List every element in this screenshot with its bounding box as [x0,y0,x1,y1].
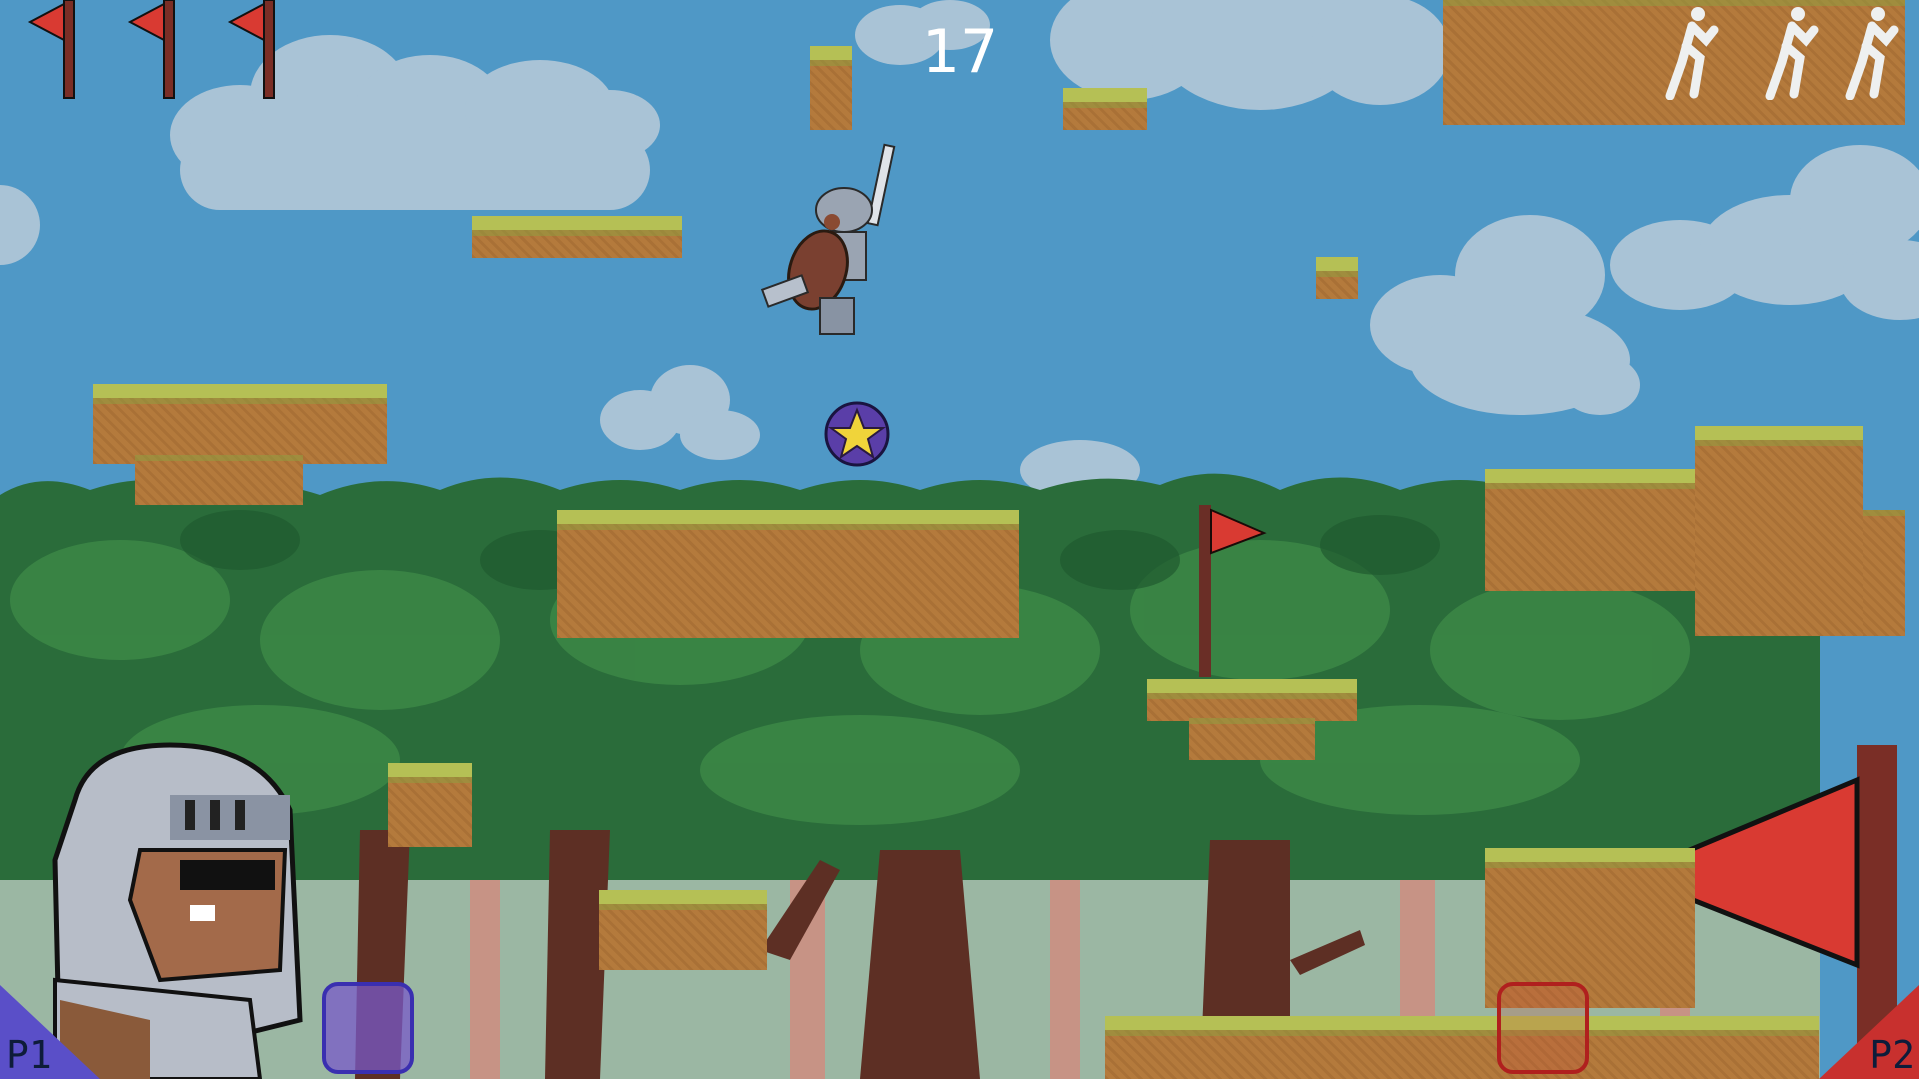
platform [93,384,387,464]
player2-item-slot [1497,982,1589,1074]
player1-label: P1 [6,1033,52,1077]
platform [1147,679,1357,721]
flag-icon [27,0,275,99]
platform [1189,718,1315,760]
platform [472,216,682,258]
player1-portrait [52,742,303,1079]
player2-lives [1640,0,1910,101]
platform [1695,426,1863,636]
running-figure-icon [1665,7,1899,101]
platform [135,455,303,505]
platform [388,763,472,847]
platform [599,890,767,970]
score-counter: 17 [921,17,999,87]
platform [1316,257,1358,299]
star-orb-pickup [824,401,890,467]
platform [1863,510,1905,636]
player1-flags [20,0,290,100]
platform [557,510,1019,638]
player1-item-slot [322,982,414,1074]
platform [1485,469,1695,591]
player2-label: P2 [1869,1033,1915,1077]
platform [1063,88,1147,130]
platform [810,46,852,130]
platform [1105,1016,1819,1079]
